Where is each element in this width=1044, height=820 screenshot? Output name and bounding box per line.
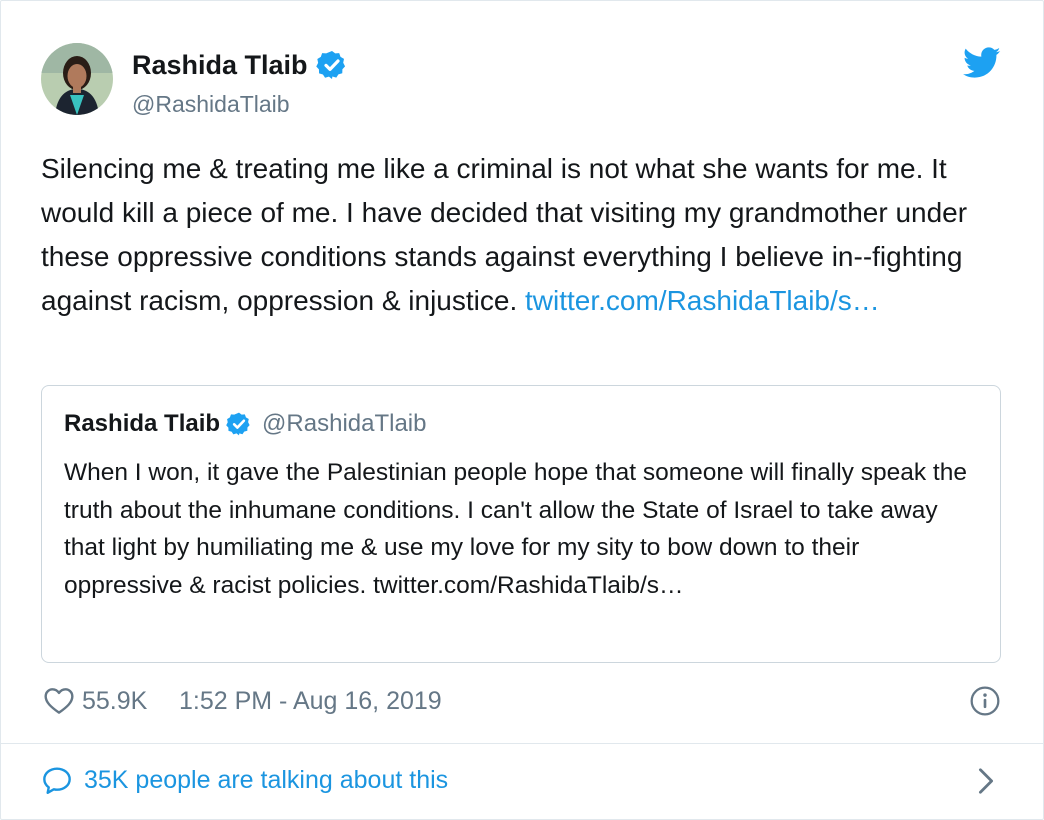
heart-icon[interactable] [43, 685, 75, 715]
quoted-tweet-header: Rashida Tlaib @RashidaTlaib [64, 410, 426, 438]
conversation-link[interactable]: 35K people are talking about this [41, 761, 1001, 803]
tweet-footer: 55.9K 1:52 PM - Aug 16, 2019 [41, 681, 1001, 721]
tweet-body: Silencing me & treating me like a crimin… [41, 147, 1011, 323]
author-avatar[interactable] [41, 43, 113, 115]
verified-badge-icon [226, 411, 252, 437]
author-handle[interactable]: @RashidaTlaib [132, 91, 290, 118]
quoted-tweet-link[interactable]: twitter.com/RashidaTlaib/s… [373, 572, 683, 599]
quoted-tweet-body: When I won, it gave the Palestinian peop… [64, 454, 984, 604]
quoted-author-name: Rashida Tlaib [64, 410, 221, 437]
tweet-header: Rashida Tlaib @RashidaTlaib [41, 43, 1001, 119]
tweet-link[interactable]: twitter.com/RashidaTlaib/s… [525, 285, 880, 316]
info-icon[interactable] [969, 685, 1001, 717]
twitter-bird-icon[interactable] [963, 47, 1001, 79]
like-count[interactable]: 55.9K [82, 687, 147, 716]
tweet-timestamp[interactable]: 1:52 PM - Aug 16, 2019 [179, 687, 442, 716]
footer-divider [1, 743, 1043, 744]
verified-badge-icon [315, 49, 348, 81]
chevron-right-icon [977, 767, 995, 795]
quoted-author-handle: @RashidaTlaib [262, 410, 427, 437]
conversation-text: 35K people are talking about this [84, 766, 449, 794]
speech-bubble-icon [41, 765, 73, 795]
quoted-tweet[interactable]: Rashida Tlaib @RashidaTlaib When I won, … [41, 385, 1001, 663]
tweet-card: Rashida Tlaib @RashidaTlaib Silencing me… [0, 0, 1044, 820]
author-name[interactable]: Rashida Tlaib [132, 50, 308, 81]
author-name-row: Rashida Tlaib [132, 49, 348, 81]
